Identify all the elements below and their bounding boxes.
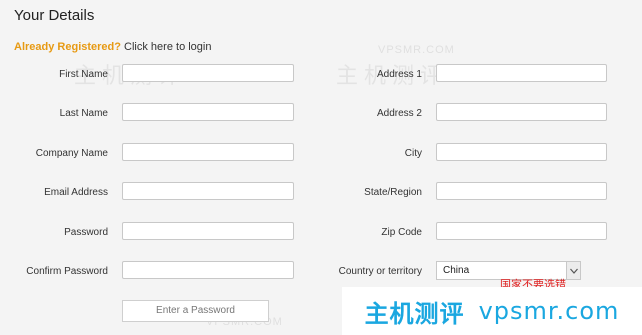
zip-code-label: Zip Code — [381, 227, 422, 238]
banner-url-text: vpsmr.com — [478, 297, 620, 325]
page-title: Your Details — [14, 7, 95, 24]
watermark-url: VPSMR.COM — [378, 44, 455, 56]
city-input[interactable] — [436, 143, 607, 161]
address-1-input[interactable] — [436, 64, 607, 82]
login-link[interactable]: Click here to login — [124, 41, 211, 53]
enter-password-button[interactable]: Enter a Password — [122, 300, 269, 322]
chevron-down-icon[interactable] — [566, 262, 580, 279]
banner-cn-text: 主机测评 — [364, 299, 465, 328]
first-name-input[interactable] — [122, 64, 294, 82]
watermark-banner: 主机测评 vpsmr.com — [342, 287, 642, 335]
password-label: Password — [64, 227, 108, 238]
password-input[interactable] — [122, 222, 294, 240]
country-selected-value: China — [443, 265, 470, 276]
address-1-label: Address 1 — [376, 69, 422, 80]
address-2-input[interactable] — [436, 103, 607, 121]
email-address-label: Email Address — [44, 187, 108, 198]
login-prompt: Already Registered? Click here to login — [14, 41, 211, 53]
email-address-input[interactable] — [122, 182, 294, 200]
already-registered-text: Already Registered? — [14, 41, 121, 53]
company-name-label: Company Name — [35, 148, 108, 159]
state-region-label: State/Region — [364, 187, 422, 198]
last-name-input[interactable] — [122, 103, 294, 121]
company-name-input[interactable] — [122, 143, 294, 161]
state-region-input[interactable] — [436, 182, 607, 200]
confirm-password-label: Confirm Password — [26, 266, 108, 277]
last-name-label: Last Name — [59, 108, 108, 119]
first-name-label: First Name — [59, 69, 108, 80]
country-label: Country or territory — [338, 266, 422, 277]
confirm-password-input[interactable] — [122, 261, 294, 279]
city-label: City — [404, 148, 422, 159]
address-2-label: Address 2 — [376, 108, 422, 119]
zip-code-input[interactable] — [436, 222, 607, 240]
